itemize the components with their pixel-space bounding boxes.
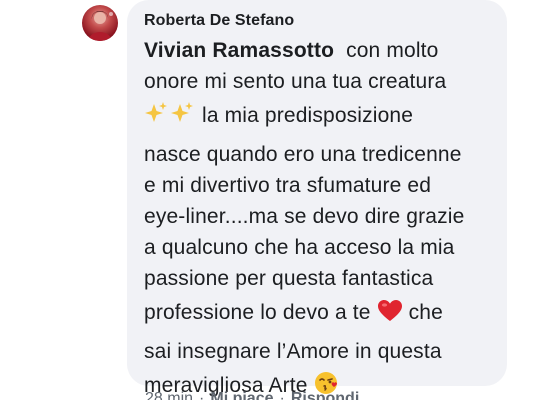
comment-line-text: che [408,301,443,324]
comment-line: la mia predisposizione [144,97,493,139]
reply-button[interactable]: Rispondi [291,390,359,400]
tagged-user-link[interactable]: Vivian Ramassotto [144,39,334,62]
comment-text: Vivian Ramassotto con molto onore mi sen… [144,35,493,400]
comment-line: professione lo devo a te che [144,294,493,336]
like-button[interactable]: Mi piace [210,390,273,400]
comment-line: e mi divertivo tra sfumature ed [144,174,432,197]
comment-line: onore mi sento una tua creatura [144,70,447,93]
comment-time[interactable]: 28 min [145,390,193,400]
comment-line: a qualcuno che ha acceso la mia [144,236,455,259]
comment-line: Vivian Ramassotto con molto [144,35,493,66]
comment-line: eye-liner....ma se devo dire grazie [144,205,465,228]
comment-line: nasce quando ero una tredicenne [144,143,462,166]
red-heart-emoji-icon [377,298,403,336]
separator-dot: · [279,390,285,400]
avatar[interactable] [82,5,118,41]
sparkles-emoji-icon [144,100,196,139]
comment-line-text: professione lo devo a te [144,301,371,324]
comment-line-text: la mia predisposizione [202,104,414,127]
comment-line-text: con molto [346,39,439,62]
comment-screen: Roberta De Stefano Vivian Ramassotto con… [0,0,535,400]
comment-line: sai insegnare l’Amore in questa [144,340,442,363]
comment-bubble: Roberta De Stefano Vivian Ramassotto con… [127,0,507,397]
separator-dot: · [199,390,205,400]
comment-line: passione per questa fantastica [144,267,434,290]
comment-author[interactable]: Roberta De Stefano [144,10,493,32]
avatar-photo-icon [88,11,113,41]
comment-actions: 28 min · Mi piace · Rispondi [145,390,359,400]
